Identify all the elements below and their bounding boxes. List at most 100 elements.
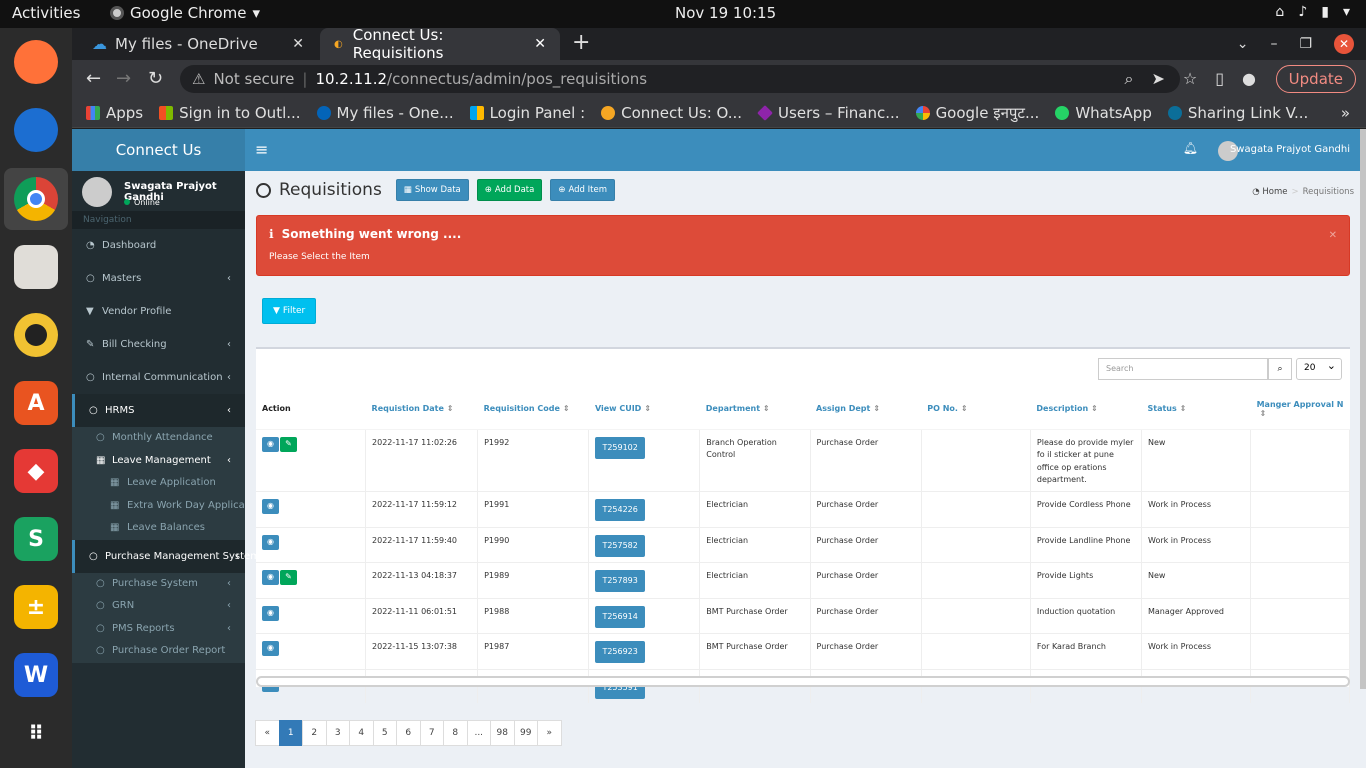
column-header[interactable]: Requistion Date ⇕ — [365, 389, 478, 430]
add-data-button[interactable]: ⊕ Add Data — [476, 179, 543, 201]
header-user-name[interactable]: Swagata Prajyot Gandhi — [1230, 144, 1350, 155]
chrome-dock-icon[interactable] — [14, 177, 58, 221]
send-icon[interactable]: ➤ — [1151, 69, 1164, 89]
sidebar-item-internal-communication[interactable]: ○ Internal Communication ‹ — [72, 361, 245, 394]
url-input[interactable]: ⚠ Not secure | 10.2.11.2/connectus/admin… — [180, 65, 1180, 93]
sidebar-item-dashboard[interactable]: ◔ Dashboard — [72, 229, 245, 262]
column-header[interactable]: Assign Dept ⇕ — [810, 389, 922, 430]
reload-icon[interactable]: ↻ — [148, 68, 163, 89]
column-header[interactable]: Description ⇕ — [1030, 389, 1142, 430]
calculator-icon[interactable]: ± — [14, 585, 58, 629]
rhythmbox-icon[interactable] — [14, 313, 58, 357]
page-link[interactable]: 3 — [325, 720, 350, 746]
app-menu[interactable]: Google Chrome ▾ — [110, 4, 260, 22]
sidebar-item-hrms[interactable]: ○ HRMS ‹ — [72, 394, 245, 427]
star-icon[interactable]: ☆ — [1183, 69, 1197, 89]
tab-onedrive[interactable]: ☁ My files - OneDrive ✕ — [78, 28, 318, 60]
column-header[interactable]: Requisition Code ⇕ — [477, 389, 589, 430]
bookmark-google-input[interactable]: Google इनपुट... — [915, 103, 1039, 123]
filter-button[interactable]: ▼ Filter — [262, 298, 317, 324]
breadcrumb-home[interactable]: Home — [1262, 187, 1287, 197]
side-panel-icon[interactable]: ▯ — [1215, 69, 1224, 89]
horizontal-scrollbar[interactable] — [256, 676, 1350, 687]
sidebar-item-masters[interactable]: ○ Masters ‹ — [72, 262, 245, 295]
view-button[interactable]: ◉ — [262, 534, 279, 550]
view-button[interactable]: ◉ — [262, 605, 279, 621]
sidebar-item-monthly-attendance[interactable]: ○ Monthly Attendance — [72, 427, 245, 450]
edit-button[interactable]: ✎ — [280, 569, 297, 585]
view-cuid-button[interactable]: T254226 — [595, 498, 645, 521]
bookmark-connect-us[interactable]: Connect Us: O... — [601, 104, 742, 122]
view-button[interactable]: ◉ — [262, 640, 279, 656]
edit-button[interactable]: ✎ — [280, 436, 297, 452]
close-tab-icon[interactable]: ✕ — [534, 36, 546, 52]
bookmark-outlook[interactable]: Sign in to Outl... — [159, 104, 301, 122]
minimize-icon[interactable]: – — [1270, 36, 1277, 52]
view-cuid-button[interactable]: T257582 — [595, 534, 645, 557]
bookmark-whatsapp[interactable]: WhatsApp — [1055, 104, 1152, 122]
sidebar-item-leave-management[interactable]: ▦ Leave Management ‹ — [72, 450, 245, 473]
wps-icon[interactable]: W — [14, 653, 58, 697]
spreadsheet-icon[interactable]: S — [14, 517, 58, 561]
hamburger-menu-icon[interactable]: ≡ — [255, 140, 268, 159]
new-tab-icon[interactable]: + — [572, 30, 590, 55]
page-link[interactable]: 99 — [513, 720, 538, 746]
bookmark-apps[interactable]: Apps — [86, 104, 143, 122]
search-input[interactable]: Search — [1098, 358, 1268, 380]
search-icon[interactable]: ⌕ — [1268, 358, 1292, 380]
back-icon[interactable]: ← — [86, 68, 101, 89]
page-link[interactable]: 7 — [419, 720, 444, 746]
sidebar-item-grn[interactable]: ○ GRN ‹ — [72, 595, 245, 618]
column-header[interactable]: Department ⇕ — [699, 389, 811, 430]
page-link[interactable]: 2 — [302, 720, 327, 746]
sidebar-item-purchase-order-report[interactable]: ○ Purchase Order Report — [72, 640, 245, 663]
sidebar-item-leave-application[interactable]: ▦ Leave Application — [72, 472, 245, 495]
sidebar-item-leave-balances[interactable]: ▦ Leave Balances — [72, 517, 245, 540]
vertical-scrollbar[interactable] — [1360, 129, 1366, 689]
bookmark-login-panel[interactable]: Login Panel : — [469, 104, 585, 122]
column-header[interactable]: Manger Approval N ⇕ — [1250, 389, 1350, 430]
close-tab-icon[interactable]: ✕ — [292, 36, 304, 52]
page-link[interactable]: 6 — [396, 720, 421, 746]
sidebar-item-purchase-management[interactable]: ○ Purchase Management System ‹ — [72, 539, 260, 573]
bookmark-onedrive[interactable]: My files - One... — [316, 104, 454, 122]
page-link[interactable]: ... — [466, 720, 491, 746]
view-button[interactable]: ◉ — [262, 569, 279, 585]
thunderbird-icon[interactable] — [14, 108, 58, 152]
add-item-button[interactable]: ⊕ Add Item — [550, 179, 615, 201]
maximize-icon[interactable]: ❐ — [1299, 36, 1312, 52]
forward-icon[interactable]: → — [116, 68, 131, 89]
page-link[interactable]: 1 — [278, 720, 303, 746]
page-link[interactable]: 98 — [490, 720, 515, 746]
bell-icon[interactable]: 🔔︎ — [1183, 141, 1198, 155]
page-link[interactable]: » — [537, 720, 562, 746]
close-window-icon[interactable]: ✕ — [1334, 34, 1354, 54]
page-link[interactable]: 5 — [372, 720, 397, 746]
tab-search-icon[interactable]: ⌄ — [1237, 36, 1249, 52]
bookmark-sharing-link[interactable]: Sharing Link V... — [1167, 104, 1308, 122]
column-header[interactable]: Status ⇕ — [1141, 389, 1251, 430]
close-icon[interactable]: ✕ — [1329, 230, 1337, 241]
view-cuid-button[interactable]: T256923 — [595, 640, 645, 663]
page-link[interactable]: 4 — [349, 720, 374, 746]
firefox-icon[interactable] — [14, 40, 58, 84]
clock[interactable]: Nov 19 10:15 — [675, 4, 776, 22]
sidebar-item-pms-reports[interactable]: ○ PMS Reports ‹ — [72, 618, 245, 641]
tab-requisitions[interactable]: ◐ Connect Us: Requisitions ✕ — [320, 26, 560, 62]
profile-icon[interactable]: ● — [1242, 69, 1256, 89]
view-button[interactable]: ◉ — [262, 436, 279, 452]
files-icon[interactable] — [14, 245, 58, 289]
view-button[interactable]: ◉ — [262, 498, 279, 514]
page-length-select[interactable]: 20 — [1296, 358, 1342, 380]
sidebar-item-purchase-system[interactable]: ○ Purchase System ‹ — [72, 573, 245, 596]
column-header[interactable]: View CUID ⇕ — [588, 389, 700, 430]
show-data-button[interactable]: ▦ Show Data — [395, 179, 469, 201]
sidebar-item-bill-checking[interactable]: ✎ Bill Checking ‹ — [72, 328, 245, 361]
anydesk-icon[interactable]: ◆ — [14, 449, 58, 493]
page-link[interactable]: 8 — [443, 720, 468, 746]
update-button[interactable]: Update — [1275, 65, 1356, 93]
sidebar-item-extra-work-day[interactable]: ▦ Extra Work Day Application — [72, 495, 245, 518]
system-tray[interactable]: ⌂ ♪ ▮ ▾ — [1275, 4, 1350, 20]
zoom-icon[interactable]: ⌕ — [1125, 69, 1134, 89]
show-apps-icon[interactable]: ⠿ — [14, 711, 58, 755]
